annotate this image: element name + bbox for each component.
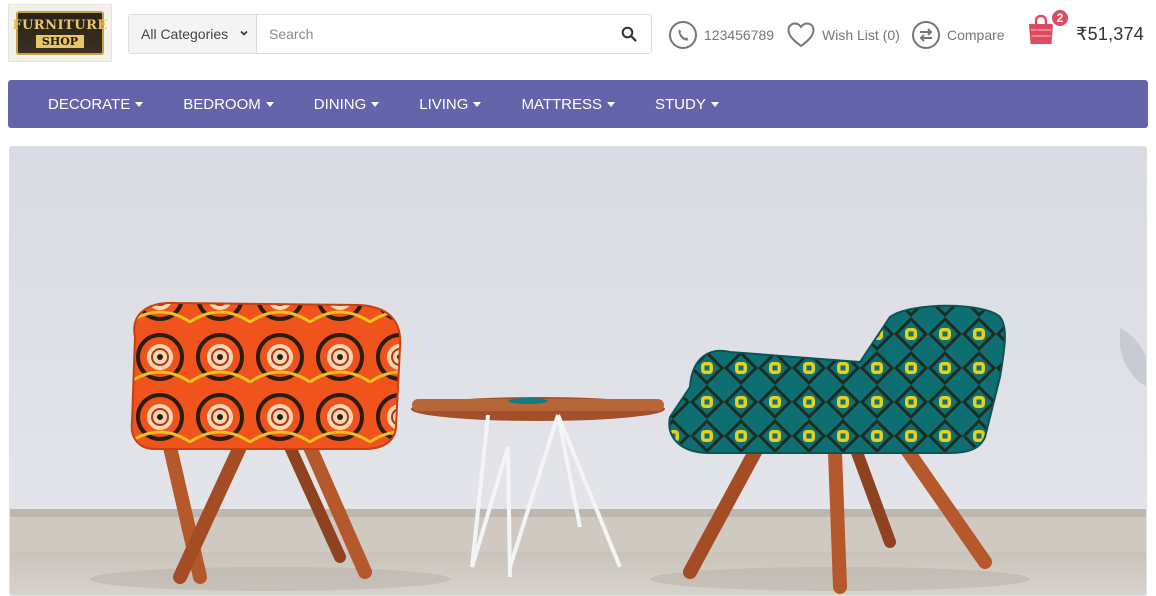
caret-down-icon <box>607 101 615 107</box>
search-icon <box>621 26 637 42</box>
phone-icon <box>668 20 698 50</box>
caret-down-icon <box>265 101 274 107</box>
caret-down-icon <box>371 101 380 107</box>
nav-item-label: DECORATE <box>48 95 131 113</box>
logo-text-line2: SHOP <box>35 34 85 48</box>
logo-mark: FURNITURE SHOP <box>12 11 107 55</box>
category-select[interactable]: All Categories <box>129 15 257 53</box>
search-input[interactable] <box>257 15 607 53</box>
phone-contact[interactable]: 123456789 <box>668 20 774 50</box>
search-bar: All Categories <box>128 14 652 54</box>
compare-link[interactable]: Compare <box>911 20 1005 50</box>
nav-item-label: DINING <box>313 95 367 113</box>
phone-number: 123456789 <box>704 27 775 43</box>
nav-item-label: LIVING <box>419 95 469 113</box>
nav-item-bedroom[interactable]: BEDROOM <box>183 80 274 128</box>
cart-total[interactable]: ₹51,374 <box>1076 24 1144 45</box>
wishlist-link[interactable]: Wish List (0) <box>786 20 900 50</box>
nav-item-dining[interactable]: DINING <box>314 80 380 128</box>
cart-count-badge: 2 <box>1050 8 1070 28</box>
heart-icon <box>786 20 816 50</box>
logo-text-line1: FURNITURE <box>12 17 108 33</box>
nav-item-label: MATTRESS <box>521 95 602 113</box>
nav-item-mattress[interactable]: MATTRESS <box>521 80 615 128</box>
chevron-down-icon <box>240 30 248 36</box>
nav-item-study[interactable]: STUDY <box>655 80 719 128</box>
compare-label: Compare <box>947 27 1005 43</box>
hero-banner-image <box>10 147 1146 595</box>
category-select-value: All Categories <box>141 26 229 42</box>
caret-down-icon <box>710 101 719 107</box>
cart-button[interactable]: 2 <box>1026 8 1070 50</box>
wishlist-label: Wish List (0) <box>822 27 900 43</box>
main-nav: DECORATE BEDROOM DINING LIVING MATTRESS … <box>8 80 1148 128</box>
caret-down-icon <box>473 101 482 107</box>
header: FURNITURE SHOP All Categories 123456789 <box>0 0 1156 72</box>
compare-icon <box>911 20 941 50</box>
caret-down-icon <box>135 101 144 107</box>
site-logo[interactable]: FURNITURE SHOP <box>8 4 112 62</box>
nav-item-label: BEDROOM <box>183 95 261 113</box>
search-button[interactable] <box>607 15 651 53</box>
nav-item-decorate[interactable]: DECORATE <box>48 80 144 128</box>
nav-item-label: STUDY <box>655 95 706 113</box>
hero-banner[interactable] <box>9 146 1147 596</box>
nav-item-living[interactable]: LIVING <box>419 80 482 128</box>
